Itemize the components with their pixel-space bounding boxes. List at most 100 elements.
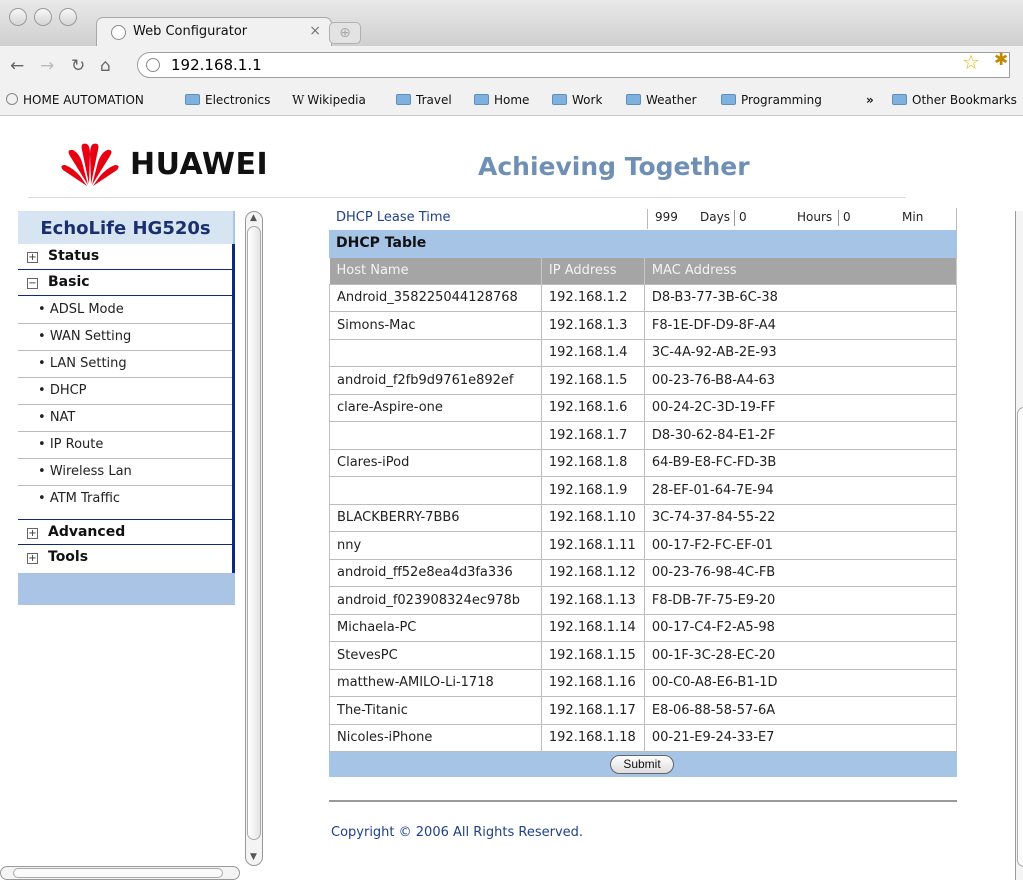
minimize-window-button[interactable] [34,8,52,26]
submenu-wireless-lan[interactable]: • Wireless Lan [18,459,232,486]
bookmark-star-icon[interactable]: ☆ [962,50,980,74]
bookmark-wikipedia[interactable]: W Wikipedia [292,93,366,107]
table-row: android_ff52e8ea4d3fa336 192.168.1.12 00-2… [329,558,958,587]
scroll-thumb[interactable] [13,868,223,878]
bookmark-travel[interactable]: Travel [396,93,452,107]
back-arrow-icon[interactable]: ← [10,56,24,76]
dhcp-table-title: DHCP Table [329,230,957,258]
submenu-label: DHCP [49,383,87,398]
submenu-lan-setting[interactable]: • LAN Setting [18,351,232,378]
home-icon[interactable]: ⌂ [100,56,111,76]
cell-mac-address: F8-1E-DF-D9-8F-A4 [643,311,958,340]
submenu-label: WAN Setting [49,329,132,344]
cell-mac-address: 00-1F-3C-28-EC-20 [643,641,958,670]
table-header-row: Host Name IP Address MAC Address [329,258,958,284]
cell-mac-address: F8-DB-7F-75-E9-20 [643,586,958,615]
table-row: nny 192.168.1.11 00-17-F2-FC-EF-01 [329,531,958,560]
cell-host-name: The-Titanic [329,696,542,725]
menu-label: Basic [48,274,90,290]
tab-close-icon[interactable]: × [309,23,321,39]
submenu-label: ADSL Mode [49,302,124,317]
cell-ip-address: 192.168.1.5 [540,366,645,395]
submit-bar: Submit [329,752,957,777]
submenu-label: IP Route [49,437,104,452]
bookmark-programming[interactable]: Programming [721,93,822,107]
cell-ip-address: 192.168.1.3 [540,311,645,340]
lease-days-input[interactable]: 999 [655,210,678,224]
dhcp-table: Host Name IP Address MAC Address Android… [329,258,958,752]
cell-ip-address: 192.168.1.10 [540,503,645,532]
scroll-thumb[interactable] [247,226,261,840]
bookmark-work[interactable]: Work [552,93,602,107]
bookmark-electronics[interactable]: Electronics [185,93,270,107]
submit-button[interactable]: Submit [610,755,674,774]
lease-min-input[interactable]: 0 [843,210,851,224]
submenu-atm-traffic[interactable]: • ATM Traffic [18,486,232,513]
column-header-host-name: Host Name [329,258,542,284]
zoom-window-button[interactable] [59,8,77,26]
folder-icon [721,94,736,105]
browser-toolbar: ← → ↻ ⌂ 192.168.1.1 [0,46,1023,86]
menu-basic[interactable]: − Basic [18,270,232,296]
cell-ip-address: 192.168.1.4 [540,338,645,367]
scroll-up-icon[interactable]: ▲ [250,213,257,223]
forward-arrow-icon[interactable]: → [40,56,54,76]
reload-icon[interactable]: ↻ [71,56,85,76]
scroll-down-icon[interactable]: ▼ [250,852,257,862]
cell-mac-address: E8-06-88-58-57-6A [643,696,958,725]
bookmark-label: Travel [416,93,452,107]
table-row: 192.168.1.4 3C-4A-92-AB-2E-93 [329,338,958,367]
input-divider [734,210,735,226]
cell-host-name: Michaela-PC [329,613,542,642]
submenu-adsl-mode[interactable]: • ADSL Mode [18,297,232,324]
cell-host-name: Clares-iPod [329,448,542,477]
cell-host-name: Android_358225044128768 [329,283,542,312]
bookmark-label: Programming [741,93,822,107]
submenu-wan-setting[interactable]: • WAN Setting [18,324,232,351]
cell-mac-address: D8-B3-77-3B-6C-38 [643,283,958,312]
cell-ip-address: 192.168.1.8 [540,448,645,477]
menu-status[interactable]: + Status [18,244,232,270]
main-vertical-scrollbar[interactable] [1015,211,1023,880]
bookmarks-overflow-button[interactable]: » [866,93,874,107]
sidebar-horizontal-scrollbar[interactable] [0,866,240,880]
lease-hours-label: Hours [797,210,833,224]
bookmark-home-automation[interactable]: HOME AUTOMATION [6,93,144,107]
cell-mac-address: 64-B9-E8-FC-FD-3B [643,448,958,477]
table-row: clare-Aspire-one 192.168.1.6 00-24-2C-3D-1… [329,393,958,422]
cell-mac-address: 00-23-76-98-4C-FB [643,558,958,587]
menu-advanced[interactable]: + Advanced [18,519,232,545]
close-window-button[interactable] [9,8,27,26]
cell-ip-address: 192.168.1.9 [540,476,645,505]
cell-mac-address: 00-24-2C-3D-19-FF [643,393,958,422]
cell-host-name: clare-Aspire-one [329,393,542,422]
submenu-ip-route[interactable]: • IP Route [18,432,232,459]
scroll-thumb[interactable] [1017,407,1023,867]
url-text[interactable]: 192.168.1.1 [171,56,262,74]
input-divider [838,210,839,226]
folder-icon [552,94,567,105]
cell-mac-address: 00-23-76-B8-A4-63 [643,366,958,395]
submenu-label: ATM Traffic [49,491,121,506]
lease-hours-input[interactable]: 0 [739,210,747,224]
menu-tools[interactable]: + Tools [18,545,232,571]
new-tab-button[interactable]: ⊕ [329,22,361,44]
sidebar-vertical-scrollbar[interactable]: ▲ ▼ [245,211,263,866]
address-bar[interactable]: 192.168.1.1 [137,52,1010,78]
brand-name: HUAWEI [130,147,269,182]
submenu-nat[interactable]: • NAT [18,405,232,432]
bookmark-home[interactable]: Home [474,93,529,107]
table-row: android_f2fb9d9761e892ef 192.168.1.5 00-23… [329,366,958,395]
bookmark-label: HOME AUTOMATION [23,93,144,107]
cell-ip-address: 192.168.1.6 [540,393,645,422]
cell-host-name: Simons-Mac [329,311,542,340]
bookmark-other-bookmarks[interactable]: Other Bookmarks [892,93,1017,107]
table-row: 192.168.1.9 28-EF-01-64-7E-94 [329,476,958,505]
table-row: Simons-Mac 192.168.1.3 F8-1E-DF-D9-8F-A4 [329,311,958,340]
table-row: Android_358225044128768 192.168.1.2 D8-B3-… [329,283,958,312]
browser-tab[interactable]: Web Configurator × [96,17,332,47]
submenu-dhcp[interactable]: • DHCP [18,378,232,405]
extension-icon[interactable]: ✱ [994,50,1008,70]
bookmark-weather[interactable]: Weather [626,93,697,107]
collapse-icon: − [27,278,38,289]
